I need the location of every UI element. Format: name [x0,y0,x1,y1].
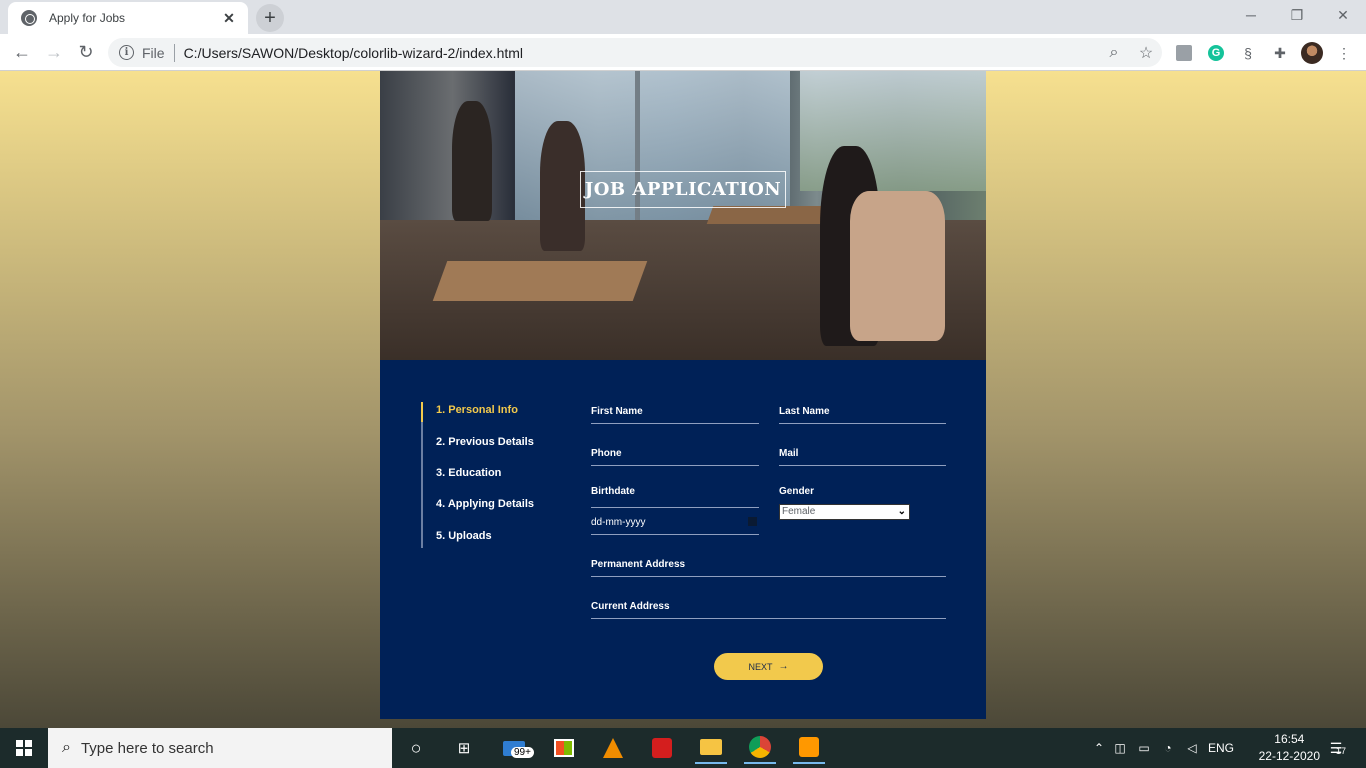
gender-select[interactable]: Female ⌄ [779,504,910,520]
wifi-icon[interactable]: ◔ [1156,741,1180,755]
birthdate-divider [591,507,759,508]
mail-field[interactable]: Mail [779,445,946,466]
volume-icon[interactable]: ◁ [1180,741,1204,755]
page-viewport: JOB APPLICATION 1. Personal Info 2. Prev… [0,71,1366,728]
chevron-down-icon: ⌄ [897,506,906,517]
mail-badge: 99+ [511,747,534,758]
battery-icon[interactable]: ▭ [1132,741,1156,755]
current-address-label: Current Address [591,601,670,612]
grammarly-icon[interactable]: G [1204,41,1228,65]
step-previous-details[interactable]: 2. Previous Details [436,436,534,448]
wizard-steps: 1. Personal Info 2. Previous Details 3. … [421,402,571,548]
back-icon[interactable]: ← [10,40,34,64]
gender-label: Gender [779,486,815,497]
first-name-label: First Name [591,406,643,417]
acrobat-icon[interactable] [646,732,678,764]
sublime-text-icon[interactable] [793,732,825,764]
browser-toolbar: ← → ↻ i File C:/Users/SAWON/Desktop/colo… [0,34,1366,71]
search-placeholder: Type here to search [80,739,214,757]
phone-label: Phone [591,448,622,459]
first-name-field[interactable]: First Name [591,403,759,424]
taskbar-search[interactable]: ⌕ Type here to search [48,728,392,768]
new-tab-button[interactable]: + [256,4,284,32]
pdf-extension-icon[interactable] [1172,41,1196,65]
window-controls: ─ ❐ ✕ [1228,0,1366,30]
zoom-icon[interactable]: ⌕ [1098,44,1130,62]
search-icon: ⌕ [62,739,71,756]
step-personal-info[interactable]: 1. Personal Info [436,404,518,416]
browser-tab[interactable]: Apply for Jobs ✕ [8,2,248,34]
menu-icon[interactable]: ⋮ [1332,41,1356,65]
notification-count: 17 [1336,746,1347,756]
start-button[interactable] [0,728,48,768]
chevron-up-icon[interactable]: ⌃ [1090,741,1108,755]
extension-icon[interactable]: § [1236,41,1260,65]
language-indicator[interactable]: ENG [1204,741,1238,755]
close-window-icon[interactable]: ✕ [1320,0,1366,30]
file-explorer-icon[interactable] [695,732,727,764]
tab-title: Apply for Jobs [49,11,126,25]
url-scheme: File [142,44,165,61]
clock-time: 16:54 [1274,732,1305,746]
mail-app-icon[interactable]: 99+ [498,732,534,764]
globe-icon [21,10,37,26]
system-tray: ⌃ ◫ ▭ ◔ ◁ ENG [1090,728,1238,768]
meet-now-icon[interactable]: ◫ [1108,741,1132,755]
gender-value: Female [782,506,816,517]
address-bar[interactable]: i File C:/Users/SAWON/Desktop/colorlib-w… [108,38,1162,67]
hero-table [432,261,648,301]
puzzle-icon[interactable]: ✚ [1268,41,1292,65]
bookmark-star-icon[interactable]: ☆ [1130,43,1162,63]
phone-field[interactable]: Phone [591,445,759,466]
current-address-field[interactable]: Current Address [591,598,946,619]
restore-icon[interactable]: ❐ [1274,0,1320,30]
browser-tabstrip: Apply for Jobs ✕ + ─ ❐ ✕ [0,0,1366,34]
site-info-icon[interactable]: i [119,45,134,60]
hero-title: JOB APPLICATION [580,171,786,208]
url-text[interactable]: C:/Users/SAWON/Desktop/colorlib-wizard-2… [184,45,1098,61]
birthdate-field[interactable]: Birthdate dd-mm-yyyy [591,483,759,535]
notification-icon[interactable]: ☰ 17 [1320,732,1352,764]
hero-image: JOB APPLICATION [380,71,986,360]
chrome-icon[interactable] [744,732,776,764]
taskbar: ⌕ Type here to search ○ ⊞ 99+ ⌃ ◫ ▭ ◔ ◁ … [0,728,1366,768]
step-education[interactable]: 3. Education [436,467,501,479]
last-name-field[interactable]: Last Name [779,403,946,424]
cortana-icon[interactable]: ○ [400,732,432,764]
hero-person [452,101,492,221]
next-label: NEXT [748,661,773,672]
hero-chair-jacket [850,191,945,341]
omnibox-separator [173,43,175,62]
arrow-right-icon: → [778,661,789,672]
forward-icon[interactable]: → [42,40,66,64]
permanent-address-field[interactable]: Permanent Address [591,556,946,577]
last-name-label: Last Name [779,406,830,417]
vlc-icon[interactable] [597,732,629,764]
step-applying-details[interactable]: 4. Applying Details [436,498,534,510]
clock[interactable]: 16:54 22-12-2020 [1259,731,1320,765]
reload-icon[interactable]: ↻ [74,40,98,64]
tab-close-icon[interactable]: ✕ [220,10,238,27]
next-button[interactable]: NEXT → [714,653,823,680]
task-view-icon[interactable]: ⊞ [448,732,480,764]
application-card: JOB APPLICATION 1. Personal Info 2. Prev… [380,71,986,719]
clock-date: 22-12-2020 [1258,749,1320,763]
active-step-indicator [421,402,423,422]
birthdate-label: Birthdate [591,486,635,497]
step-uploads[interactable]: 5. Uploads [436,530,492,542]
birthdate-value: dd-mm-yyyy [591,517,646,528]
mail-label: Mail [779,448,799,459]
windows-logo-icon [16,740,32,756]
store-icon[interactable] [548,732,580,764]
calendar-icon[interactable] [748,517,757,526]
profile-avatar[interactable] [1300,41,1324,65]
hero-person [540,121,585,251]
minimize-icon[interactable]: ─ [1228,0,1274,30]
permanent-address-label: Permanent Address [591,559,686,570]
